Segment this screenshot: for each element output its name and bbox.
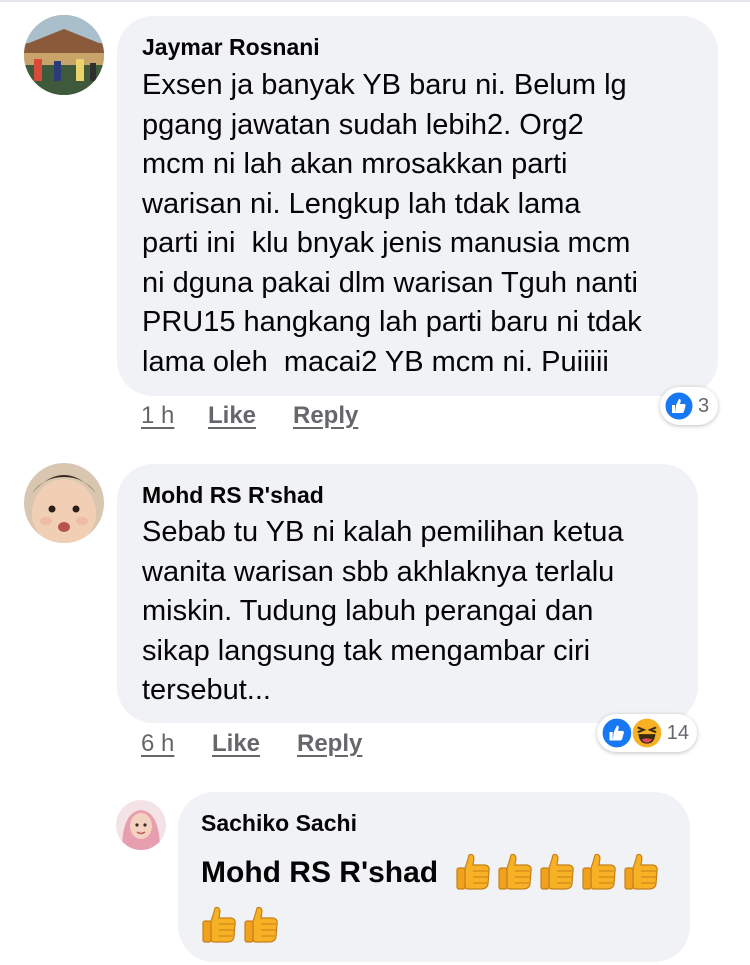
avatar[interactable]	[24, 15, 104, 95]
reaction-count: 14	[666, 721, 689, 744]
thumbs-up-emoji-icon	[624, 853, 658, 890]
comment-text-line: sikap langsung tak mengambar ciri	[142, 634, 591, 667]
thumbs-up-emoji-icon	[244, 906, 278, 943]
mention-link[interactable]: Mohd RS R'shad	[201, 853, 438, 893]
comment-text-line: parti ini klu bnyak jenis manusia mcm	[142, 227, 631, 259]
reaction-summary[interactable]: 14	[597, 714, 697, 752]
avatar[interactable]	[24, 463, 104, 543]
top-divider	[0, 0, 750, 2]
comment-text-line: Sebab tu YB ni kalah pemilihan ketua	[142, 516, 624, 548]
thumbs-up-row	[201, 904, 281, 944]
comment-text-line: ni dguna pakai dlm warisan Tguh nanti	[142, 266, 639, 299]
comment-author[interactable]: Sachiko Sachi	[201, 810, 357, 837]
thumbs-up-emoji-icon	[498, 853, 532, 890]
haha-icon	[631, 717, 663, 749]
thumbs-up-row	[455, 851, 661, 891]
reaction-count: 3	[698, 394, 710, 417]
comment-text-line: miskin. Tudung labuh perangai dan	[142, 595, 594, 627]
comment-text-line: warisan ni. Lengkup lah tdak lama	[142, 187, 581, 220]
thumbs-up-emoji-icon	[540, 853, 574, 890]
avatar[interactable]	[116, 800, 166, 850]
comment-text: Exsen ja banyak YB baru ni. Belum lg pga…	[142, 66, 642, 382]
comment-text-line: pgang jawatan sudah lebih2. Org2	[142, 108, 584, 141]
comment-author[interactable]: Mohd RS R'shad	[142, 482, 324, 509]
like-button[interactable]: Like	[208, 402, 256, 430]
reaction-summary[interactable]: 3	[660, 387, 718, 425]
comment-text-line: tersebut...	[142, 674, 271, 706]
thumbs-up-emoji-icon	[202, 906, 236, 943]
like-button[interactable]: Like	[212, 730, 260, 758]
thumbs-up-emoji-icon	[582, 853, 616, 890]
comment-text-line: Exsen ja banyak YB baru ni. Belum lg	[142, 69, 627, 101]
like-icon	[601, 717, 633, 749]
comment-text-line: mcm ni lah akan mrosakkan parti	[142, 148, 568, 180]
timestamp-link[interactable]: 6 h	[141, 730, 174, 758]
comment-text-line: lama oleh macai2 YB mcm ni. Puiiiii	[142, 345, 609, 378]
comment-text-line: PRU15 hangkang lah parti baru ni tdak	[142, 306, 642, 338]
comment-author[interactable]: Jaymar Rosnani	[142, 34, 320, 61]
comment-text-line: wanita warisan sbb akhlaknya terlalu	[142, 555, 615, 588]
thumbs-up-emoji-icon	[456, 853, 490, 890]
comment-text: Sebab tu YB ni kalah pemilihan ketua wan…	[142, 513, 624, 711]
timestamp-link[interactable]: 1 h	[141, 402, 174, 430]
like-icon	[664, 391, 694, 421]
reply-button[interactable]: Reply	[293, 402, 358, 430]
reply-button[interactable]: Reply	[297, 730, 362, 758]
